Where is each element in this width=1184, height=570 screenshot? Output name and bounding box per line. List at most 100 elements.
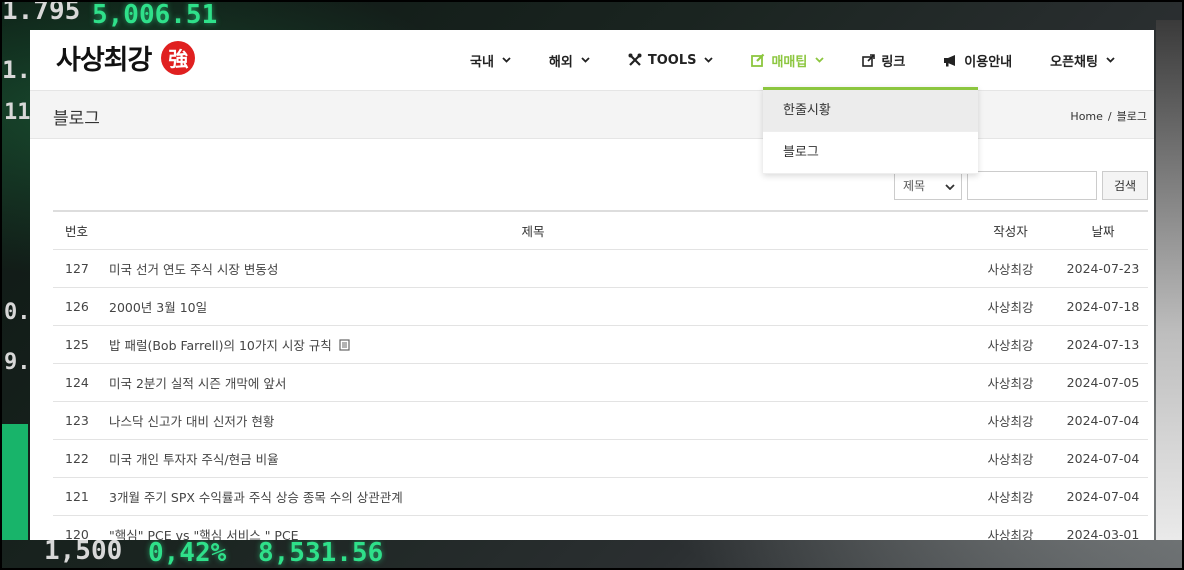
row-num: 121 [65,489,89,504]
chevron-down-icon [1106,57,1115,63]
row-title-cell: 밥 패럴(Bob Farrell)의 10가지 시장 규칙 [103,335,963,354]
breadcrumb-home-link[interactable]: Home [1070,110,1102,123]
main-panel: 사상최강 強 국내 해외 TOOLS 매매팁 링크 이용안내 오픈채팅 블로그 … [30,30,1154,540]
header-title: 제목 [521,224,545,239]
table-row[interactable]: 125 밥 패럴(Bob Farrell)의 10가지 시장 규칙 사상최강 2… [53,326,1148,364]
megaphone-icon [943,54,958,67]
main-nav: 국내 해외 TOOLS 매매팁 링크 이용안내 오픈채팅 [470,30,1115,90]
row-title-link[interactable]: 미국 개인 투자자 주식/현금 비율 [103,449,963,468]
row-author: 사상최강 [987,414,1034,429]
header-num: 번호 [65,224,89,239]
search-input[interactable] [967,171,1097,200]
chevron-down-icon [502,57,511,63]
nav-item-open-chat[interactable]: 오픈채팅 [1050,30,1115,90]
row-author: 사상최강 [987,528,1034,540]
row-title-link[interactable]: 밥 패럴(Bob Farrell)의 10가지 시장 규칙 [109,338,332,353]
search-field-select[interactable]: 제목 [894,171,962,200]
post-table: 번호 제목 작성자 날짜 127 미국 선거 연도 주식 시장 변동성 사상최강… [53,210,1148,540]
bg-ticker: 1,500 [44,536,123,566]
table-row[interactable]: 120 "핵심" PCE vs "핵심 서비스 " PCE 사상최강 2024-… [53,516,1148,540]
page-title-bar: 블로그 Home / 블로그 [30,90,1154,139]
bg-ticker: 0,42% [148,538,227,568]
search-button[interactable]: 검색 [1102,171,1148,200]
row-num: 123 [65,413,89,428]
row-date: 2024-07-04 [1066,451,1140,466]
search-field-value: 제목 [903,179,926,193]
search-bar: 제목 검색 [894,171,1148,200]
nav-item-overseas[interactable]: 해외 [549,30,590,90]
chevron-down-icon [945,179,955,193]
nav-item-label: 이용안내 [964,54,1013,70]
table-row[interactable]: 127 미국 선거 연도 주식 시장 변동성 사상최강 2024-07-23 [53,250,1148,288]
row-num: 126 [65,299,89,314]
row-author: 사상최강 [987,376,1034,391]
dropdown-item-one-line-market[interactable]: 한줄시황 [763,90,978,132]
nav-item-label: 해외 [548,54,573,70]
row-num: 127 [65,261,89,276]
row-author: 사상최강 [987,490,1034,505]
row-date: 2024-07-05 [1066,375,1140,390]
breadcrumb: Home / 블로그 [1070,108,1147,124]
nav-item-domestic[interactable]: 국내 [470,30,511,90]
nav-item-tools[interactable]: TOOLS [628,30,714,90]
bg-ticker: 1.795 [2,0,81,26]
site-header: 사상최강 強 국내 해외 TOOLS 매매팁 링크 이용안내 오픈채팅 [30,30,1154,90]
site-logo[interactable]: 사상최강 強 [56,38,196,77]
row-num: 124 [65,375,89,390]
row-date: 2024-07-23 [1066,261,1140,276]
row-title-link[interactable]: 3개월 주기 SPX 수익률과 주식 상승 종목 수의 상관관계 [103,487,963,506]
row-num: 125 [65,337,89,352]
row-title-link[interactable]: 미국 2분기 실적 시즌 개막에 앞서 [103,373,963,392]
row-title-link[interactable]: 2000년 3월 10일 [103,297,963,316]
logo-text: 사상최강 [56,45,152,76]
logo-seal-icon: 強 [161,40,196,75]
breadcrumb-separator: / [1107,109,1112,123]
row-date: 2024-07-04 [1066,489,1140,504]
dropdown-item-blog[interactable]: 블로그 [763,132,978,174]
trading-tips-dropdown: 한줄시황 블로그 [763,87,978,174]
nav-item-label: TOOLS [647,52,697,68]
header-author: 작성자 [993,224,1028,239]
row-title-link[interactable]: 나스닥 신고가 대비 신저가 현황 [103,411,963,430]
table-row[interactable]: 124 미국 2분기 실적 시즌 개막에 앞서 사상최강 2024-07-05 [53,364,1148,402]
table-row[interactable]: 121 3개월 주기 SPX 수익률과 주식 상승 종목 수의 상관관계 사상최… [53,478,1148,516]
chevron-down-icon [815,57,824,63]
table-row[interactable]: 123 나스닥 신고가 대비 신저가 현황 사상최강 2024-07-04 [53,402,1148,440]
row-author: 사상최강 [987,300,1034,315]
table-header-row: 번호 제목 작성자 날짜 [53,212,1148,250]
chevron-down-icon [704,57,714,63]
nav-item-label: 국내 [470,54,494,70]
nav-item-label: 링크 [881,54,906,70]
nav-item-label: 매매팁 [771,54,808,70]
nav-item-links[interactable]: 링크 [862,30,905,90]
bg-right-strip [1156,20,1182,540]
row-author: 사상최강 [987,452,1034,467]
bg-ticker: 8,531.56 [258,538,384,568]
table-row[interactable]: 126 2000년 3월 10일 사상최강 2024-07-18 [53,288,1148,326]
breadcrumb-current: 블로그 [1116,110,1147,123]
table-row[interactable]: 122 미국 개인 투자자 주식/현금 비율 사상최강 2024-07-04 [53,440,1148,478]
row-date: 2024-03-01 [1066,527,1140,540]
row-author: 사상최강 [987,262,1034,277]
nav-item-trading-tips[interactable]: 매매팁 [751,30,824,90]
row-title-link[interactable]: "핵심" PCE vs "핵심 서비스 " PCE [103,525,963,540]
row-date: 2024-07-04 [1066,413,1140,428]
row-author: 사상최강 [987,338,1034,353]
header-date: 날짜 [1091,224,1115,239]
row-date: 2024-07-13 [1066,337,1140,352]
bg-green-bar [2,424,28,540]
page-title: 블로그 [53,109,100,129]
tools-icon [628,53,642,67]
attachment-icon [339,339,350,354]
bg-ticker: 5,006.51 [92,0,218,30]
row-num: 120 [65,527,89,540]
nav-item-guide[interactable]: 이용안내 [943,30,1012,90]
nav-item-label: 오픈채팅 [1050,54,1098,70]
row-title-link[interactable]: 미국 선거 연도 주식 시장 변동성 [103,259,963,278]
chevron-down-icon [581,57,590,63]
row-date: 2024-07-18 [1066,299,1140,314]
edit-icon [751,53,765,67]
logo-seal-glyph: 強 [168,47,189,71]
external-link-icon [862,53,876,67]
row-num: 122 [65,451,89,466]
